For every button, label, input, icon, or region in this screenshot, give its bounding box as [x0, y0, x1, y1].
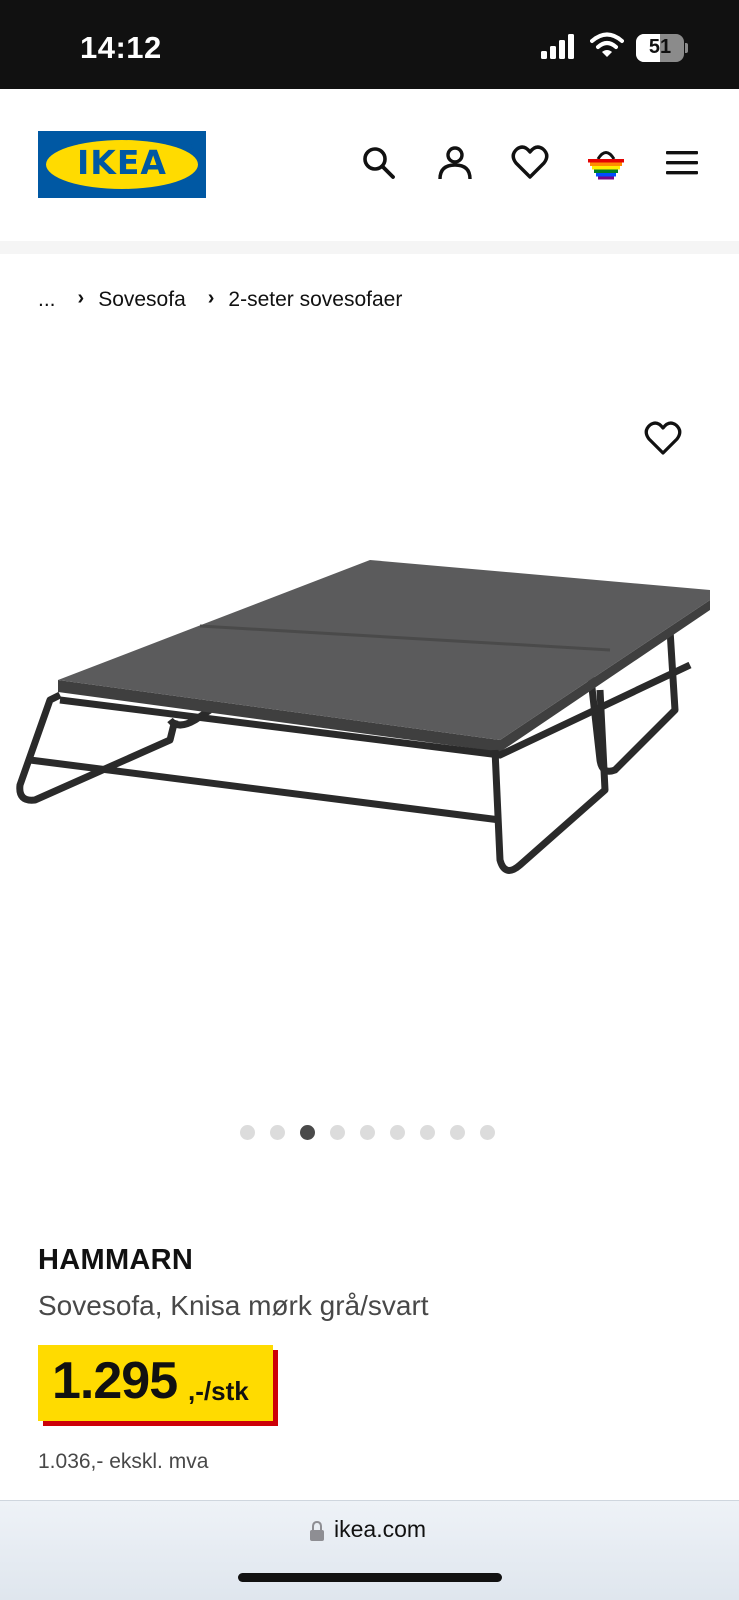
add-to-favourites-icon[interactable]	[644, 420, 682, 456]
browser-address-bar[interactable]: ikea.com	[0, 1500, 739, 1600]
price-unit: ,-/stk	[188, 1376, 249, 1406]
breadcrumb-item-2-seter[interactable]: 2-seter sovesofaer	[228, 288, 402, 312]
lock-icon	[310, 1521, 324, 1541]
home-indicator	[238, 1573, 502, 1582]
carousel-dot[interactable]	[390, 1125, 405, 1140]
account-icon[interactable]	[436, 144, 474, 182]
carousel-dot[interactable]	[330, 1125, 345, 1140]
basket-icon[interactable]	[587, 144, 625, 182]
breadcrumb-ellipsis[interactable]: ...	[38, 288, 56, 312]
carousel-dot[interactable]	[360, 1125, 375, 1140]
chevron-right-icon: ›	[207, 286, 215, 309]
heart-icon[interactable]	[511, 144, 549, 182]
ikea-logo[interactable]: IKEA ®	[38, 131, 206, 198]
price-tag-box: 1.295 ,-/stk	[38, 1345, 273, 1421]
logo-registered-mark: ®	[188, 143, 194, 152]
breadcrumb-item-sovesofa[interactable]: Sovesofa	[98, 288, 186, 312]
carousel-dot[interactable]	[450, 1125, 465, 1140]
carousel-dot[interactable]	[240, 1125, 255, 1140]
price-excluding-vat: 1.036,- ekskl. mva	[38, 1450, 209, 1473]
url-text[interactable]: ikea.com	[334, 1516, 426, 1543]
logo-text: IKEA	[77, 143, 167, 182]
chevron-right-icon: ›	[77, 286, 85, 309]
breadcrumb: ... › Sovesofa › 2-seter sovesofaer	[38, 285, 402, 315]
carousel-dot[interactable]	[480, 1125, 495, 1140]
battery-nub	[685, 43, 688, 53]
menu-icon[interactable]	[663, 144, 701, 182]
carousel-dot[interactable]	[420, 1125, 435, 1140]
cellular-signal-icon	[541, 34, 574, 59]
header-divider	[0, 241, 739, 254]
search-icon[interactable]	[360, 144, 398, 182]
product-name: HAMMARN	[38, 1244, 194, 1276]
product-description: Sovesofa, Knisa mørk grå/svart	[38, 1290, 429, 1321]
price-value: 1.295	[52, 1352, 178, 1410]
carousel-dot[interactable]	[300, 1125, 315, 1140]
image-carousel-dots	[240, 1125, 495, 1140]
status-bar: 14:12 51	[0, 0, 739, 89]
status-time: 14:12	[80, 30, 162, 65]
product-image[interactable]	[10, 560, 730, 900]
wifi-icon	[590, 32, 624, 57]
carousel-dot[interactable]	[270, 1125, 285, 1140]
site-header: IKEA ®	[0, 89, 739, 241]
battery-indicator: 51	[636, 34, 688, 62]
battery-percent: 51	[648, 36, 672, 58]
